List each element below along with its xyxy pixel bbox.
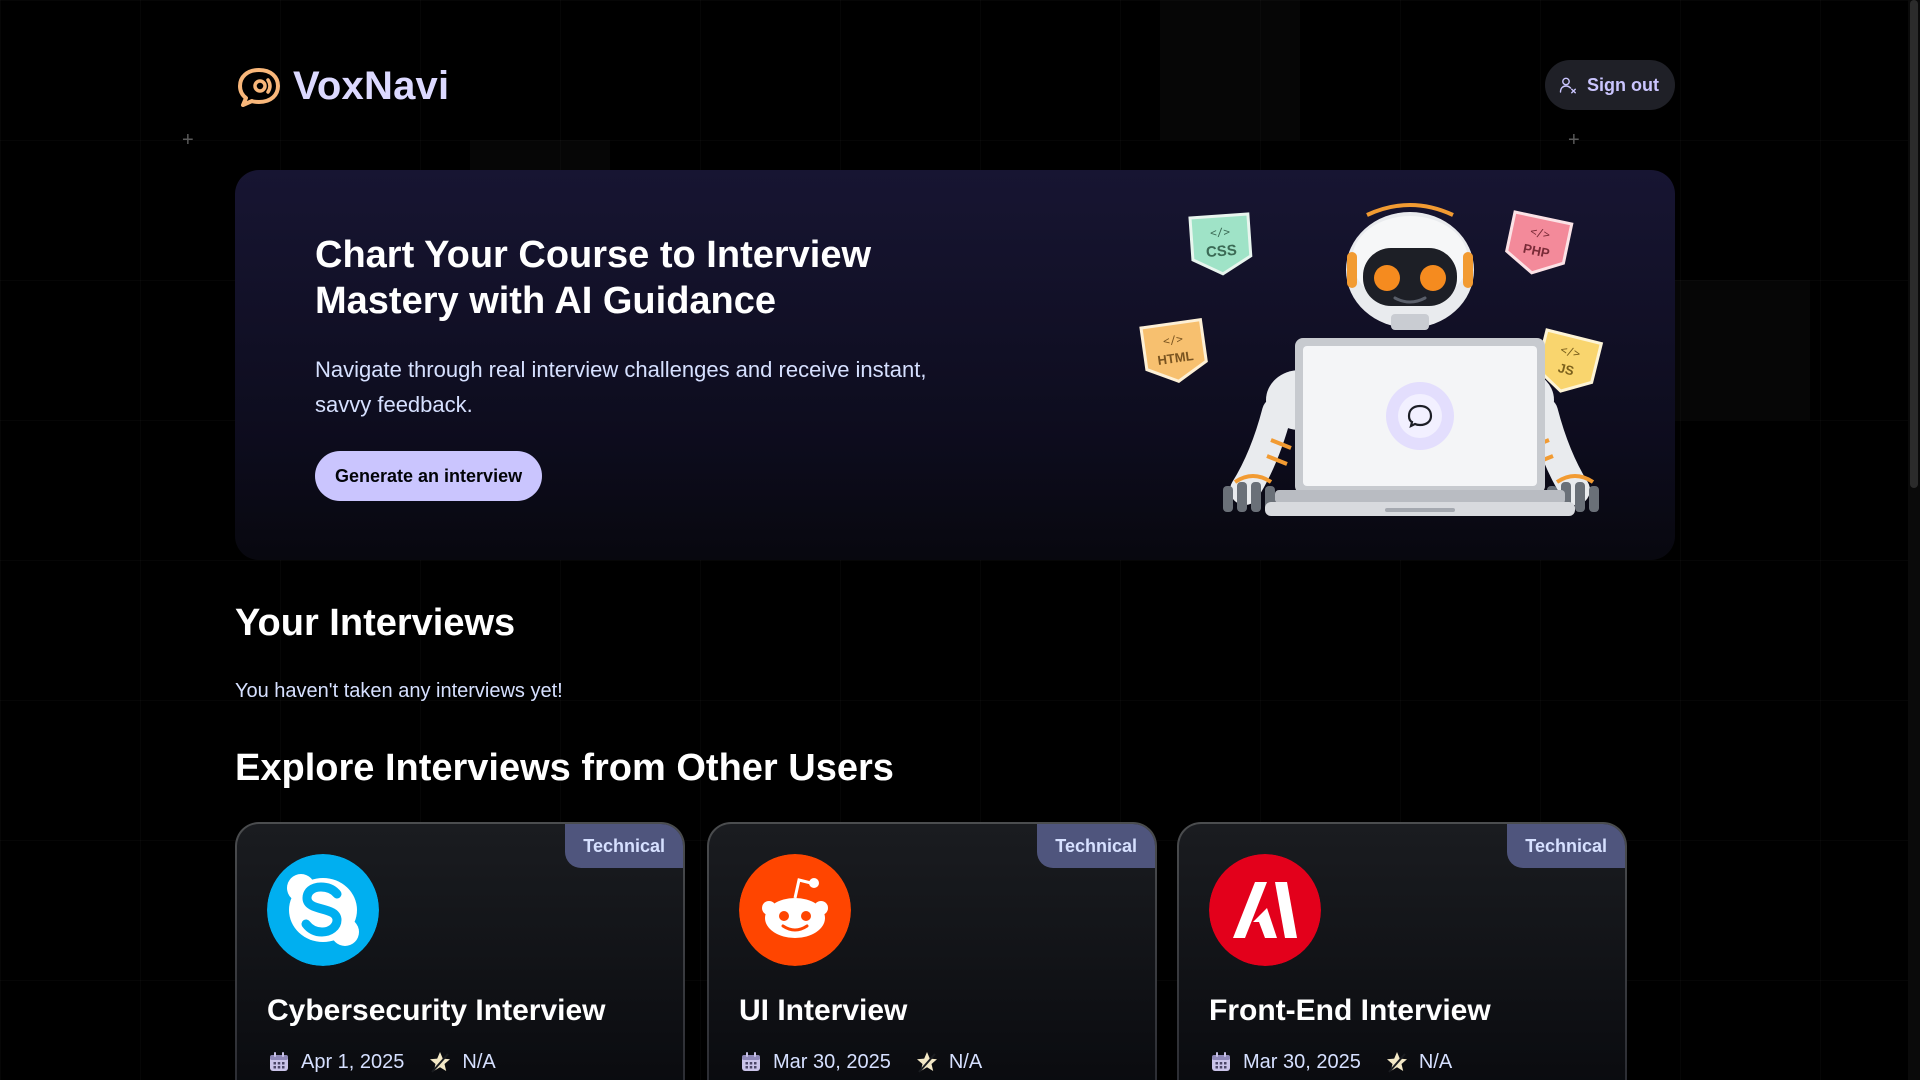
explore-title: Explore Interviews from Other Users	[235, 747, 894, 789]
scrollbar-thumb[interactable]	[1910, 0, 1918, 488]
star-icon	[1386, 1052, 1407, 1073]
generate-interview-button[interactable]: Generate an interview	[315, 451, 543, 501]
interview-score: N/A	[462, 1050, 496, 1073]
interview-card-title: Cybersecurity Interview	[267, 994, 606, 1027]
background-panel	[1670, 280, 1810, 420]
interview-card-meta: Mar 30, 2025 N/A	[739, 1050, 982, 1074]
interview-card-meta: Mar 30, 2025 N/A	[1209, 1050, 1452, 1074]
page-scrollbar[interactable]	[1908, 0, 1920, 1080]
hero-banner: Chart Your Course to Interview Mastery w…	[235, 170, 1675, 560]
your-interviews-title: Your Interviews	[235, 602, 516, 644]
interview-date: Mar 30, 2025	[773, 1050, 891, 1073]
svg-text:CSS: CSS	[1205, 242, 1237, 261]
hero-title: Chart Your Course to Interview Mastery w…	[315, 234, 872, 322]
star-icon	[430, 1052, 451, 1073]
interview-card-meta: Apr 1, 2025 N/A	[267, 1050, 496, 1074]
skype-logo	[267, 854, 379, 966]
sparkle-decoration: +	[182, 129, 194, 151]
app-name: VoxNavi	[293, 64, 450, 108]
interview-card[interactable]: Technical Front-End Interview Mar 30, 20…	[1177, 822, 1627, 1080]
date-meta: Mar 30, 2025	[1209, 1050, 1361, 1074]
interview-cards: Technical Cybersecurity Interview Apr 1,…	[235, 822, 1675, 1080]
interview-type-badge: Technical	[565, 824, 683, 868]
hero-subtitle: Navigate through real interview challeng…	[315, 357, 927, 417]
score-meta: N/A	[1385, 1050, 1452, 1074]
date-meta: Apr 1, 2025	[267, 1050, 404, 1074]
user-icon	[1559, 77, 1576, 94]
sparkle-decoration: +	[1568, 129, 1580, 151]
score-meta: N/A	[915, 1050, 982, 1074]
sign-out-button[interactable]: Sign out	[1545, 60, 1675, 110]
brand-logo[interactable]: VoxNavi	[235, 64, 449, 109]
css-tag: </> CSS	[1188, 212, 1253, 276]
interview-type-badge: Technical	[1507, 824, 1625, 868]
top-navbar: VoxNavi Sign out	[235, 58, 1675, 112]
interview-score: N/A	[948, 1050, 983, 1073]
interview-card-title: UI Interview	[739, 994, 908, 1027]
star-icon	[916, 1052, 937, 1073]
interview-date: Mar 30, 2025	[1243, 1050, 1361, 1073]
calendar-icon	[742, 1052, 760, 1071]
interview-type-badge: Technical	[1037, 824, 1155, 868]
calendar-icon	[1212, 1052, 1230, 1071]
calendar-icon	[270, 1052, 288, 1071]
interview-card[interactable]: Technical UI Interview Mar 30, 2025 N/A	[707, 822, 1157, 1080]
html-tag: </> HTML	[1139, 317, 1208, 383]
interview-score: N/A	[1418, 1050, 1453, 1073]
interview-card-title: Front-End Interview	[1209, 994, 1491, 1027]
adobe-logo	[1209, 854, 1321, 966]
reddit-logo	[739, 854, 851, 966]
svg-text:</>: </>	[1210, 225, 1231, 239]
robot-illustration: </> CSS </> PHP </> HTML </> JS	[1139, 203, 1604, 516]
php-tag: </> PHP	[1505, 210, 1574, 275]
logo-icon	[238, 67, 280, 107]
interview-date: Apr 1, 2025	[301, 1050, 405, 1073]
sign-out-label: Sign out	[1587, 74, 1659, 95]
empty-interviews-message: You haven't taken any interviews yet!	[235, 680, 563, 702]
date-meta: Mar 30, 2025	[739, 1050, 891, 1074]
score-meta: N/A	[428, 1050, 496, 1074]
interview-card[interactable]: Technical Cybersecurity Interview Apr 1,…	[235, 822, 685, 1080]
